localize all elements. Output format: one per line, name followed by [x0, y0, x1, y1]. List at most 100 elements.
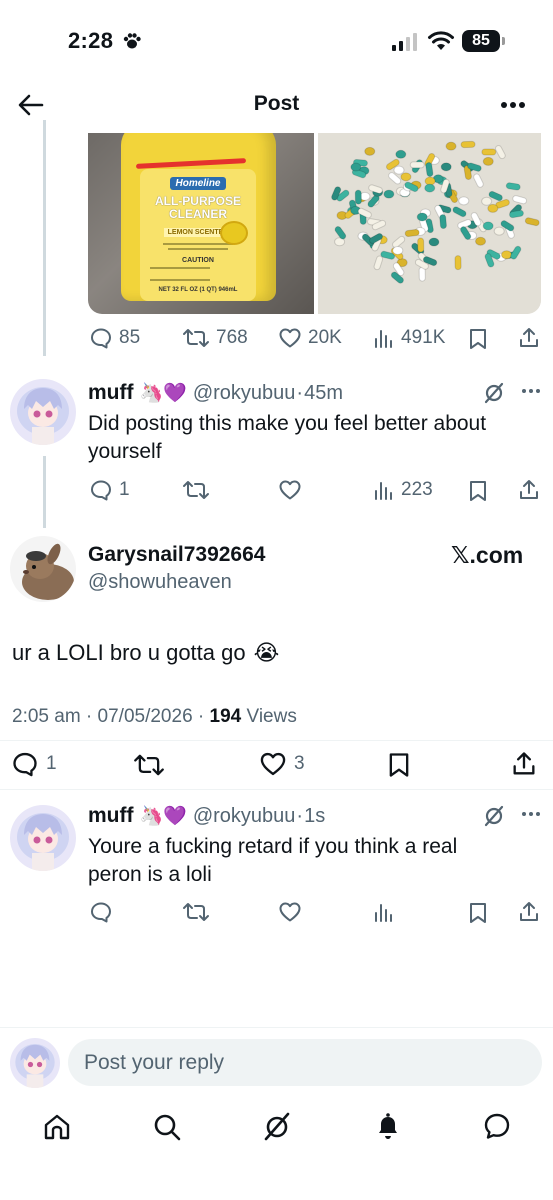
tweet-meta: 2:05 am · 07/05/2026 · 194 Views	[12, 706, 297, 728]
grok-icon[interactable]	[483, 804, 505, 828]
views-count: 491K	[401, 327, 446, 348]
pills-icon	[318, 133, 541, 314]
label-net: NET 32 FL OZ (1 QT) 946mL	[158, 287, 238, 293]
views-button[interactable]	[373, 900, 395, 924]
thread-line	[43, 120, 46, 356]
avatar[interactable]	[10, 379, 76, 445]
like-action[interactable]: 20K	[278, 326, 342, 350]
post-time: 1s	[304, 804, 326, 827]
reply-action[interactable]: 85	[89, 326, 140, 350]
pill-shape	[392, 245, 404, 255]
signal-icon	[392, 33, 418, 51]
search-icon[interactable]	[152, 1112, 182, 1142]
timestamp: 2:05 am · 07/05/2026 ·	[12, 706, 210, 727]
battery-level: 85	[462, 30, 500, 52]
reply-action[interactable]: 1	[89, 478, 130, 502]
pill-shape	[440, 162, 452, 172]
share-icon	[520, 480, 538, 499]
heart-icon	[279, 902, 301, 922]
views-action[interactable]: 223	[373, 478, 433, 502]
reply-button[interactable]	[89, 900, 113, 924]
reply-icon	[91, 328, 111, 349]
grok-icon[interactable]	[483, 381, 505, 405]
grok-icon[interactable]	[262, 1111, 292, 1141]
dot-separator: ·	[296, 804, 304, 827]
author-handle[interactable]: @rokyubuu	[193, 382, 296, 405]
reply-icon	[13, 752, 37, 777]
reply-count: 1	[46, 753, 57, 774]
pill-shape	[416, 212, 428, 222]
reply-input[interactable]: Post your reply	[68, 1039, 542, 1086]
author-name[interactable]: Garysnail7392664	[88, 543, 265, 567]
like-button[interactable]	[278, 478, 302, 502]
reply-action[interactable]: 1	[10, 750, 57, 778]
status-time: 2:28	[68, 28, 114, 53]
repost-button[interactable]	[133, 751, 165, 779]
pill-shape	[393, 165, 405, 175]
views-number: 194	[209, 706, 242, 727]
bookmark-button[interactable]	[467, 479, 489, 503]
views-count: 223	[401, 479, 433, 500]
heart-icon	[279, 480, 301, 500]
views-icon	[375, 482, 392, 500]
bookmark-icon	[389, 753, 409, 777]
repost-button[interactable]	[182, 900, 210, 924]
divider	[0, 1027, 553, 1028]
author-name[interactable]: muff	[88, 804, 134, 828]
author-name[interactable]: muff	[88, 381, 134, 405]
notifications-icon[interactable]	[373, 1111, 403, 1141]
home-icon[interactable]	[42, 1112, 72, 1142]
share-button[interactable]	[517, 478, 541, 502]
battery-icon: 85	[462, 30, 505, 52]
author-handle[interactable]: @rokyubuu	[193, 805, 296, 828]
pill-shape	[409, 161, 425, 169]
share-button[interactable]	[517, 326, 541, 350]
repost-icon	[183, 481, 209, 499]
page-title: Post	[253, 92, 300, 115]
divider	[0, 740, 553, 741]
views-action[interactable]: 491K	[373, 326, 445, 350]
pill-shape	[481, 196, 493, 206]
share-button[interactable]	[517, 900, 541, 924]
reply-icon	[91, 902, 111, 923]
reply1-header: muff 🦄💜 @rokyubuu · 45m	[88, 381, 343, 405]
share-icon	[520, 328, 538, 347]
more-icon[interactable]	[521, 388, 541, 394]
messages-icon[interactable]	[482, 1111, 512, 1141]
reply-placeholder: Post your reply	[84, 1050, 225, 1074]
like-action[interactable]: 3	[258, 750, 305, 778]
bookmark-button[interactable]	[467, 327, 489, 351]
pill-shape	[481, 148, 497, 156]
repost-button[interactable]	[182, 478, 210, 502]
pill-shape	[404, 228, 420, 237]
avatar[interactable]	[10, 536, 76, 602]
pill-shape	[482, 221, 494, 231]
avatar[interactable]	[10, 805, 76, 871]
like-button[interactable]	[278, 900, 302, 924]
repost-icon	[183, 903, 209, 921]
heart-icon	[260, 752, 286, 776]
pill-shape	[487, 203, 499, 213]
pill-shape	[350, 162, 362, 172]
pill-shape	[383, 189, 395, 199]
heart-icon	[279, 328, 301, 348]
pill-shape	[354, 189, 362, 205]
emoji-badges: 🦄💜	[139, 806, 187, 827]
emoji-badges: 🦄💜	[139, 383, 187, 404]
pill-shape	[439, 214, 447, 230]
bookmark-icon	[470, 481, 486, 501]
pills-image[interactable]	[318, 133, 541, 314]
like-count: 3	[294, 753, 305, 774]
share-button[interactable]	[510, 750, 538, 778]
pill-shape	[445, 141, 457, 151]
more-icon[interactable]	[521, 811, 541, 817]
cleaner-image[interactable]: Homeline ALL-PURPOSE CLEANER LEMON SCENT…	[88, 133, 314, 314]
divider	[0, 789, 553, 790]
bookmark-button[interactable]	[386, 751, 412, 779]
label-brand: Homeline	[170, 177, 226, 190]
reply-icon	[91, 480, 111, 501]
bookmark-button[interactable]	[467, 901, 489, 925]
repost-action[interactable]: 768	[182, 326, 248, 350]
more-options-button[interactable]	[500, 101, 526, 109]
author-handle[interactable]: @showuheaven	[88, 571, 232, 594]
